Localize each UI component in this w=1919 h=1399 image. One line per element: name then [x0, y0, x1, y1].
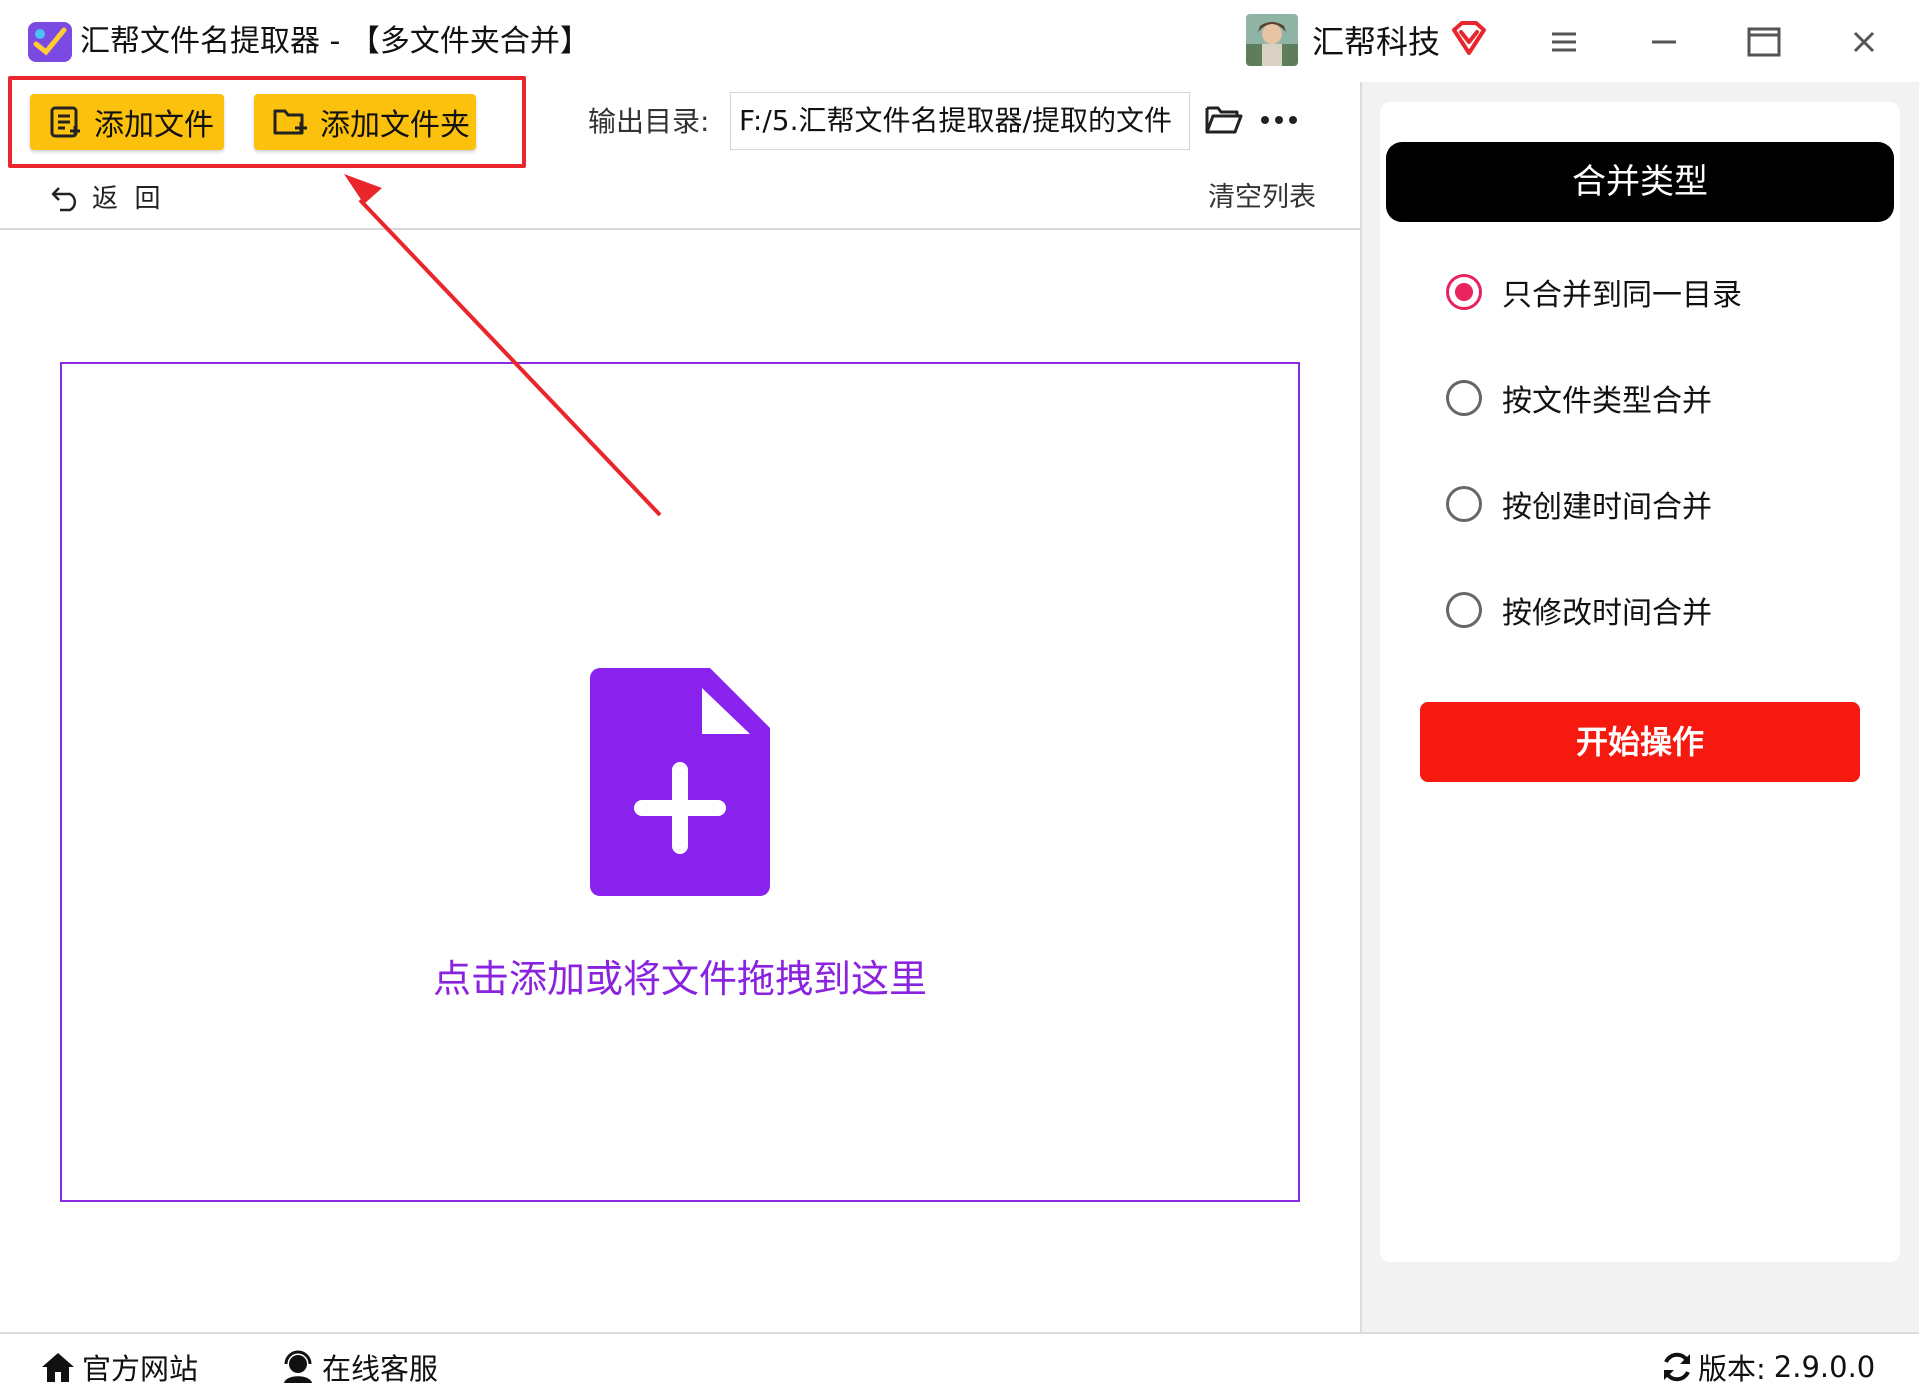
support-label: 在线客服 — [322, 1352, 439, 1386]
radio-unchecked-icon — [1446, 592, 1482, 628]
headset-icon — [284, 1350, 312, 1383]
radio-label: 只合并到同一目录 — [1502, 278, 1742, 313]
version-value: 2.9.0.0 — [1773, 1350, 1876, 1384]
radio-by-file-type[interactable]: 按文件类型合并 — [1446, 376, 1712, 420]
more-options-icon[interactable] — [1260, 110, 1298, 134]
vip-diamond-icon[interactable] — [1450, 20, 1488, 56]
radio-checked-icon — [1446, 274, 1482, 310]
start-operation-button[interactable]: 开始操作 — [1420, 702, 1860, 782]
file-drop-zone[interactable]: 点击添加或将文件拖拽到这里 — [60, 362, 1300, 1202]
drop-zone-hint: 点击添加或将文件拖拽到这里 — [432, 957, 927, 1001]
back-label: 返 回 — [92, 184, 161, 214]
radio-by-modified-time[interactable]: 按修改时间合并 — [1446, 588, 1712, 632]
radio-same-directory[interactable]: 只合并到同一目录 — [1446, 270, 1742, 314]
official-website-link[interactable]: 官方网站 — [40, 1346, 198, 1388]
output-dir-label: 输出目录: — [588, 105, 710, 138]
back-arrow-icon — [51, 186, 77, 211]
radio-by-created-time[interactable]: 按创建时间合并 — [1446, 482, 1712, 526]
highlight-annotation-box — [8, 76, 526, 168]
folder-browse-icon[interactable] — [1204, 102, 1244, 142]
maximize-icon[interactable] — [1734, 16, 1794, 68]
back-button[interactable]: 返 回 — [50, 178, 161, 215]
minimize-icon[interactable] — [1634, 16, 1694, 68]
radio-label: 按创建时间合并 — [1502, 490, 1712, 525]
window-title: 汇帮文件名提取器 - 【多文件夹合并】 — [80, 24, 590, 59]
radio-label: 按修改时间合并 — [1502, 596, 1712, 631]
refresh-icon — [1664, 1352, 1690, 1382]
menu-icon[interactable] — [1534, 16, 1594, 68]
radio-unchecked-icon — [1446, 380, 1482, 416]
online-support-link[interactable]: 在线客服 — [280, 1346, 438, 1388]
version-info: 版本: 2.9.0.0 — [1660, 1346, 1875, 1388]
output-dir-field[interactable]: F:/5.汇帮文件名提取器/提取的文件 — [730, 92, 1190, 150]
divider — [0, 228, 1360, 230]
clear-list-button[interactable]: 清空列表 — [1208, 178, 1316, 218]
user-name: 汇帮科技 — [1312, 23, 1441, 61]
radio-unchecked-icon — [1446, 486, 1482, 522]
version-label: 版本: — [1698, 1352, 1766, 1386]
home-icon — [42, 1353, 74, 1382]
app-logo-icon — [28, 22, 72, 62]
merge-type-title: 合并类型 — [1386, 142, 1894, 222]
radio-label: 按文件类型合并 — [1502, 384, 1712, 419]
website-label: 官方网站 — [82, 1352, 199, 1386]
user-avatar[interactable] — [1246, 14, 1298, 66]
annotation-arrow — [330, 160, 670, 524]
close-icon[interactable] — [1834, 16, 1894, 68]
add-document-icon — [590, 668, 770, 900]
